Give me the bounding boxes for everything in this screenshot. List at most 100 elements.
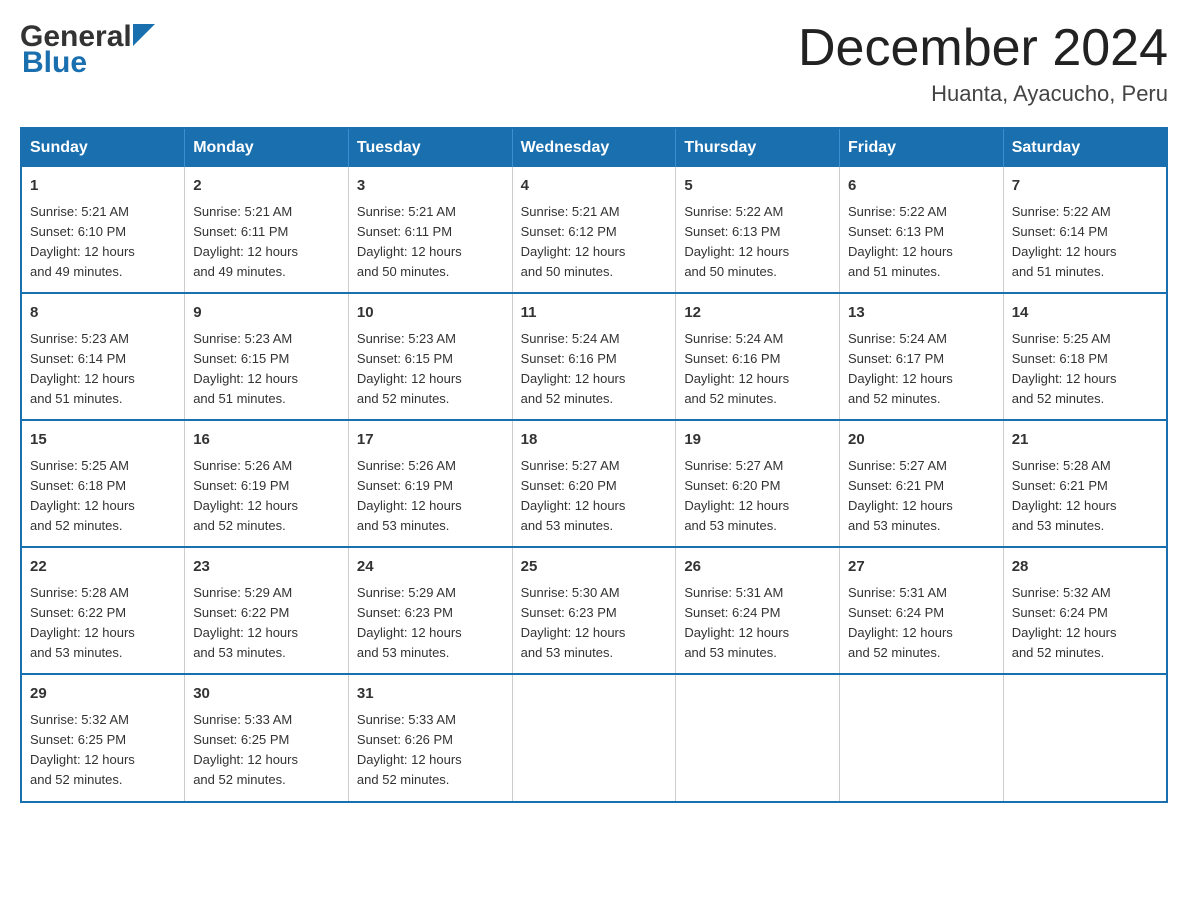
- table-row: 2 Sunrise: 5:21 AMSunset: 6:11 PMDayligh…: [185, 167, 349, 293]
- day-number: 15: [30, 429, 176, 452]
- table-row: 21 Sunrise: 5:28 AMSunset: 6:21 PMDaylig…: [1003, 420, 1167, 547]
- table-row: 18 Sunrise: 5:27 AMSunset: 6:20 PMDaylig…: [512, 420, 676, 547]
- day-number: 1: [30, 175, 176, 198]
- calendar-week-5: 29 Sunrise: 5:32 AMSunset: 6:25 PMDaylig…: [21, 674, 1167, 801]
- day-info: Sunrise: 5:33 AMSunset: 6:26 PMDaylight:…: [357, 712, 462, 787]
- day-number: 20: [848, 429, 995, 452]
- header-friday: Friday: [840, 128, 1004, 167]
- header-tuesday: Tuesday: [348, 128, 512, 167]
- table-row: 27 Sunrise: 5:31 AMSunset: 6:24 PMDaylig…: [840, 547, 1004, 674]
- day-number: 10: [357, 302, 504, 325]
- day-info: Sunrise: 5:26 AMSunset: 6:19 PMDaylight:…: [193, 458, 298, 533]
- day-number: 26: [684, 556, 831, 579]
- calendar-week-2: 8 Sunrise: 5:23 AMSunset: 6:14 PMDayligh…: [21, 293, 1167, 420]
- day-number: 19: [684, 429, 831, 452]
- day-info: Sunrise: 5:23 AMSunset: 6:15 PMDaylight:…: [193, 331, 298, 406]
- table-row: 20 Sunrise: 5:27 AMSunset: 6:21 PMDaylig…: [840, 420, 1004, 547]
- table-row: 11 Sunrise: 5:24 AMSunset: 6:16 PMDaylig…: [512, 293, 676, 420]
- day-number: 12: [684, 302, 831, 325]
- day-info: Sunrise: 5:23 AMSunset: 6:14 PMDaylight:…: [30, 331, 135, 406]
- table-row: [840, 674, 1004, 801]
- table-row: [1003, 674, 1167, 801]
- logo: General Blue: [20, 20, 155, 80]
- day-info: Sunrise: 5:27 AMSunset: 6:20 PMDaylight:…: [521, 458, 626, 533]
- title-block: December 2024 Huanta, Ayacucho, Peru: [798, 20, 1168, 107]
- header-thursday: Thursday: [676, 128, 840, 167]
- day-info: Sunrise: 5:22 AMSunset: 6:14 PMDaylight:…: [1012, 204, 1117, 279]
- day-number: 18: [521, 429, 668, 452]
- day-number: 2: [193, 175, 340, 198]
- day-number: 25: [521, 556, 668, 579]
- table-row: 28 Sunrise: 5:32 AMSunset: 6:24 PMDaylig…: [1003, 547, 1167, 674]
- table-row: 30 Sunrise: 5:33 AMSunset: 6:25 PMDaylig…: [185, 674, 349, 801]
- header-monday: Monday: [185, 128, 349, 167]
- day-info: Sunrise: 5:22 AMSunset: 6:13 PMDaylight:…: [684, 204, 789, 279]
- day-info: Sunrise: 5:26 AMSunset: 6:19 PMDaylight:…: [357, 458, 462, 533]
- day-number: 5: [684, 175, 831, 198]
- header-sunday: Sunday: [21, 128, 185, 167]
- calendar-week-3: 15 Sunrise: 5:25 AMSunset: 6:18 PMDaylig…: [21, 420, 1167, 547]
- page-header: General Blue December 2024 Huanta, Ayacu…: [20, 20, 1168, 107]
- table-row: [512, 674, 676, 801]
- table-row: 6 Sunrise: 5:22 AMSunset: 6:13 PMDayligh…: [840, 167, 1004, 293]
- day-info: Sunrise: 5:25 AMSunset: 6:18 PMDaylight:…: [1012, 331, 1117, 406]
- day-number: 4: [521, 175, 668, 198]
- day-info: Sunrise: 5:28 AMSunset: 6:21 PMDaylight:…: [1012, 458, 1117, 533]
- day-number: 29: [30, 683, 176, 706]
- day-info: Sunrise: 5:28 AMSunset: 6:22 PMDaylight:…: [30, 585, 135, 660]
- day-info: Sunrise: 5:27 AMSunset: 6:21 PMDaylight:…: [848, 458, 953, 533]
- day-number: 16: [193, 429, 340, 452]
- day-info: Sunrise: 5:27 AMSunset: 6:20 PMDaylight:…: [684, 458, 789, 533]
- day-info: Sunrise: 5:29 AMSunset: 6:22 PMDaylight:…: [193, 585, 298, 660]
- day-number: 6: [848, 175, 995, 198]
- table-row: 29 Sunrise: 5:32 AMSunset: 6:25 PMDaylig…: [21, 674, 185, 801]
- calendar-header-row: Sunday Monday Tuesday Wednesday Thursday…: [21, 128, 1167, 167]
- table-row: 5 Sunrise: 5:22 AMSunset: 6:13 PMDayligh…: [676, 167, 840, 293]
- day-info: Sunrise: 5:24 AMSunset: 6:16 PMDaylight:…: [521, 331, 626, 406]
- day-number: 31: [357, 683, 504, 706]
- table-row: 9 Sunrise: 5:23 AMSunset: 6:15 PMDayligh…: [185, 293, 349, 420]
- table-row: 12 Sunrise: 5:24 AMSunset: 6:16 PMDaylig…: [676, 293, 840, 420]
- table-row: 14 Sunrise: 5:25 AMSunset: 6:18 PMDaylig…: [1003, 293, 1167, 420]
- table-row: 1 Sunrise: 5:21 AMSunset: 6:10 PMDayligh…: [21, 167, 185, 293]
- day-info: Sunrise: 5:31 AMSunset: 6:24 PMDaylight:…: [848, 585, 953, 660]
- table-row: 17 Sunrise: 5:26 AMSunset: 6:19 PMDaylig…: [348, 420, 512, 547]
- day-number: 30: [193, 683, 340, 706]
- day-info: Sunrise: 5:22 AMSunset: 6:13 PMDaylight:…: [848, 204, 953, 279]
- calendar-week-4: 22 Sunrise: 5:28 AMSunset: 6:22 PMDaylig…: [21, 547, 1167, 674]
- table-row: 3 Sunrise: 5:21 AMSunset: 6:11 PMDayligh…: [348, 167, 512, 293]
- table-row: 22 Sunrise: 5:28 AMSunset: 6:22 PMDaylig…: [21, 547, 185, 674]
- day-info: Sunrise: 5:29 AMSunset: 6:23 PMDaylight:…: [357, 585, 462, 660]
- table-row: 8 Sunrise: 5:23 AMSunset: 6:14 PMDayligh…: [21, 293, 185, 420]
- day-info: Sunrise: 5:33 AMSunset: 6:25 PMDaylight:…: [193, 712, 298, 787]
- logo-triangle-icon: [133, 24, 155, 46]
- table-row: 24 Sunrise: 5:29 AMSunset: 6:23 PMDaylig…: [348, 547, 512, 674]
- table-row: 4 Sunrise: 5:21 AMSunset: 6:12 PMDayligh…: [512, 167, 676, 293]
- day-info: Sunrise: 5:32 AMSunset: 6:24 PMDaylight:…: [1012, 585, 1117, 660]
- table-row: 16 Sunrise: 5:26 AMSunset: 6:19 PMDaylig…: [185, 420, 349, 547]
- day-number: 11: [521, 302, 668, 325]
- day-number: 28: [1012, 556, 1158, 579]
- table-row: 10 Sunrise: 5:23 AMSunset: 6:15 PMDaylig…: [348, 293, 512, 420]
- table-row: 23 Sunrise: 5:29 AMSunset: 6:22 PMDaylig…: [185, 547, 349, 674]
- day-info: Sunrise: 5:32 AMSunset: 6:25 PMDaylight:…: [30, 712, 135, 787]
- header-saturday: Saturday: [1003, 128, 1167, 167]
- header-wednesday: Wednesday: [512, 128, 676, 167]
- table-row: 13 Sunrise: 5:24 AMSunset: 6:17 PMDaylig…: [840, 293, 1004, 420]
- calendar-table: Sunday Monday Tuesday Wednesday Thursday…: [20, 127, 1168, 802]
- day-number: 13: [848, 302, 995, 325]
- day-number: 7: [1012, 175, 1158, 198]
- day-number: 22: [30, 556, 176, 579]
- day-number: 3: [357, 175, 504, 198]
- day-info: Sunrise: 5:21 AMSunset: 6:11 PMDaylight:…: [357, 204, 462, 279]
- table-row: 15 Sunrise: 5:25 AMSunset: 6:18 PMDaylig…: [21, 420, 185, 547]
- month-title: December 2024: [798, 20, 1168, 77]
- table-row: [676, 674, 840, 801]
- day-number: 14: [1012, 302, 1158, 325]
- day-info: Sunrise: 5:30 AMSunset: 6:23 PMDaylight:…: [521, 585, 626, 660]
- day-info: Sunrise: 5:23 AMSunset: 6:15 PMDaylight:…: [357, 331, 462, 406]
- day-info: Sunrise: 5:21 AMSunset: 6:11 PMDaylight:…: [193, 204, 298, 279]
- day-info: Sunrise: 5:21 AMSunset: 6:12 PMDaylight:…: [521, 204, 626, 279]
- table-row: 25 Sunrise: 5:30 AMSunset: 6:23 PMDaylig…: [512, 547, 676, 674]
- table-row: 19 Sunrise: 5:27 AMSunset: 6:20 PMDaylig…: [676, 420, 840, 547]
